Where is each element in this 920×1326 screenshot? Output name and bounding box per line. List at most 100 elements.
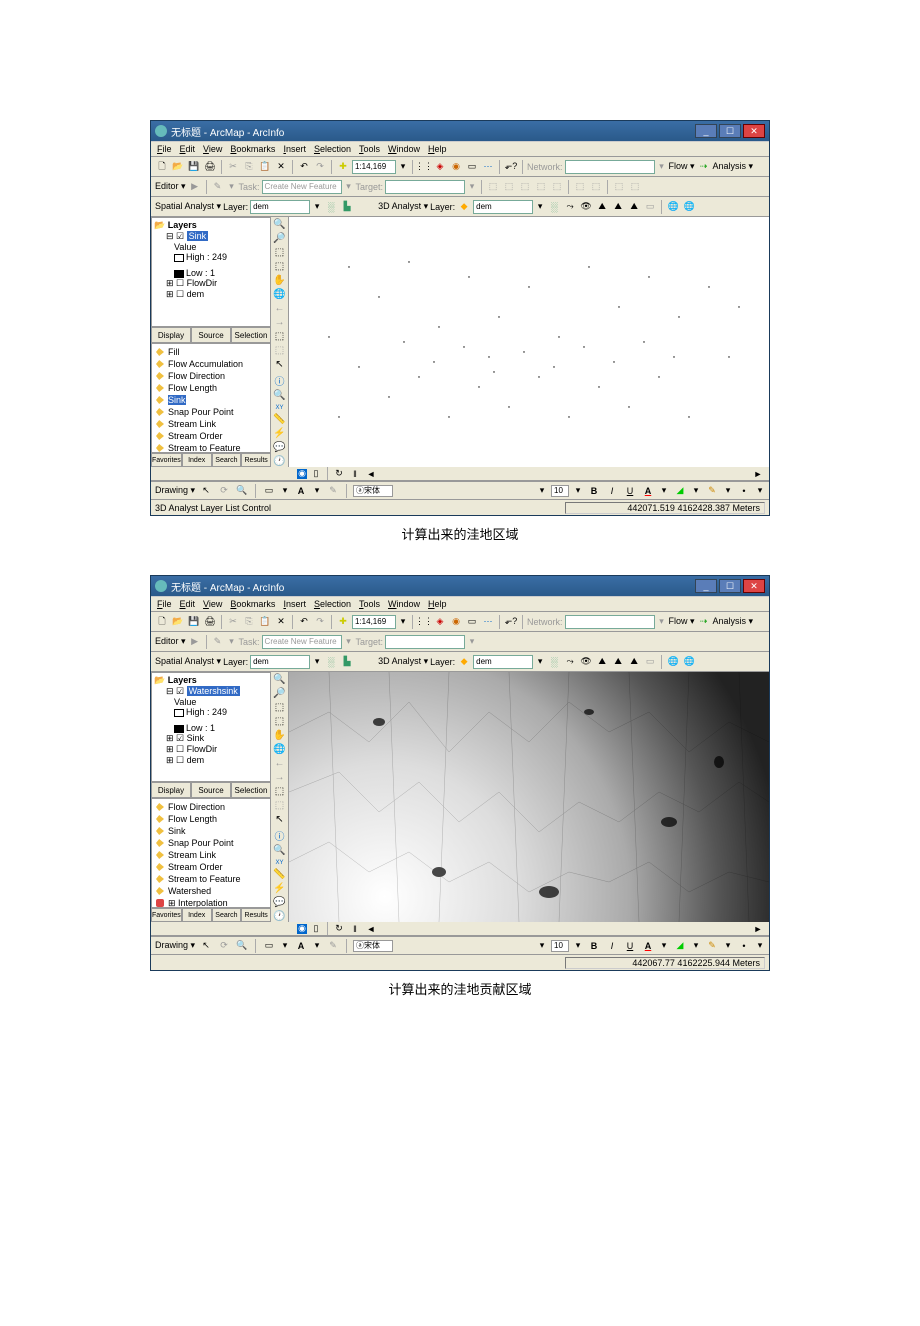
- select-features-icon[interactable]: ⬚: [273, 331, 287, 342]
- close-button[interactable]: ✕: [743, 579, 765, 593]
- marker-color-icon[interactable]: •: [737, 484, 751, 498]
- target-dd-icon[interactable]: ▾: [467, 180, 477, 194]
- tool-snap[interactable]: Snap Pour Point: [154, 406, 268, 418]
- rect-icon[interactable]: ▭: [262, 939, 276, 953]
- zoom-out-icon[interactable]: 🔎: [273, 688, 287, 699]
- sa-histogram-icon[interactable]: ▙: [340, 200, 354, 214]
- pan-icon[interactable]: ✋: [273, 275, 287, 286]
- time-slider-icon[interactable]: 🕐: [273, 911, 287, 922]
- task-select[interactable]: Create New Feature: [262, 180, 342, 194]
- clear-sel-icon[interactable]: ⬚: [273, 800, 287, 811]
- 3d-t1-icon[interactable]: ░: [547, 655, 561, 669]
- select-elem-icon[interactable]: ↖: [199, 939, 213, 953]
- select-elements-icon[interactable]: ↖: [273, 359, 287, 370]
- new-icon[interactable]: 🗋: [155, 160, 169, 174]
- sketch-dd-icon[interactable]: ▾: [227, 180, 237, 194]
- copy-icon[interactable]: ⎘: [242, 615, 256, 629]
- prev-extent-icon[interactable]: ←: [273, 758, 287, 769]
- toc-layer-active[interactable]: ⊟ ☑ Watershsink: [154, 686, 268, 697]
- tool-fill[interactable]: Fill: [154, 346, 268, 358]
- tool-flowaccum[interactable]: Flow Accumulation: [154, 358, 268, 370]
- editor-toolbar-icon[interactable]: ⋮⋮: [417, 160, 431, 174]
- 3d-t6-icon[interactable]: ⛰: [627, 655, 641, 669]
- map-view[interactable]: [289, 217, 769, 467]
- 3d-layer-select[interactable]: dem: [473, 200, 533, 214]
- 3d-t1-icon[interactable]: ░: [547, 200, 561, 214]
- arcglobe-icon[interactable]: 🌐: [682, 655, 696, 669]
- tool-snap[interactable]: Snap Pour Point: [154, 837, 268, 849]
- 3d-t2-icon[interactable]: ⤳: [563, 655, 577, 669]
- arccatalog-icon[interactable]: ◈: [433, 615, 447, 629]
- scroll-right-icon[interactable]: ►: [751, 922, 765, 936]
- find-icon[interactable]: 🔍: [273, 390, 287, 401]
- edit-tool-icon[interactable]: ▶: [188, 635, 202, 649]
- rect-icon[interactable]: ▭: [262, 484, 276, 498]
- edit-vertices-icon[interactable]: ✎: [326, 939, 340, 953]
- tb-tab-idx[interactable]: Index: [182, 453, 212, 467]
- toc-tab-source[interactable]: Source: [191, 327, 231, 343]
- menu-help[interactable]: Help: [428, 599, 447, 609]
- menu-edit[interactable]: Edit: [180, 144, 196, 154]
- add-data-icon[interactable]: ✚: [336, 615, 350, 629]
- editor-menu[interactable]: Editor ▾: [155, 181, 186, 192]
- delete-icon[interactable]: ✕: [274, 615, 288, 629]
- menu-insert[interactable]: Insert: [283, 599, 306, 609]
- task-select[interactable]: Create New Feature: [262, 635, 342, 649]
- toc-layer-2[interactable]: ⊞ ☐ FlowDir: [154, 744, 268, 755]
- 3d-t5-icon[interactable]: ⛰: [611, 655, 625, 669]
- drawing-menu[interactable]: Drawing ▾: [155, 940, 195, 951]
- font-color-icon[interactable]: A: [641, 484, 655, 498]
- menu-help[interactable]: Help: [428, 144, 447, 154]
- menu-selection[interactable]: Selection: [314, 144, 351, 154]
- font-size-dd-icon[interactable]: ▾: [573, 939, 583, 953]
- menu-insert[interactable]: Insert: [283, 144, 306, 154]
- font-size-select[interactable]: 10: [551, 485, 569, 497]
- hyperlink-icon[interactable]: ⚡: [273, 428, 287, 439]
- edit-tool-icon[interactable]: ▶: [188, 180, 202, 194]
- data-view-icon[interactable]: ◉: [297, 469, 307, 479]
- tool-f-icon[interactable]: ⬚: [573, 180, 587, 194]
- rotate-icon[interactable]: ⟳: [217, 939, 231, 953]
- tool-streamlink[interactable]: Stream Link: [154, 849, 268, 861]
- add-data-icon[interactable]: ✚: [336, 160, 350, 174]
- prev-extent-icon[interactable]: ←: [273, 303, 287, 314]
- fixed-zoom-in-icon[interactable]: ⬚: [273, 247, 287, 258]
- text-icon[interactable]: A: [294, 939, 308, 953]
- clear-sel-icon[interactable]: ⬚: [273, 345, 287, 356]
- arcscene-icon[interactable]: 🌐: [666, 200, 680, 214]
- tool-streamorder[interactable]: Stream Order: [154, 430, 268, 442]
- select-features-icon[interactable]: ⬚: [273, 786, 287, 797]
- select-elem-icon[interactable]: ↖: [199, 484, 213, 498]
- open-icon[interactable]: 📂: [171, 615, 185, 629]
- undo-icon[interactable]: ↶: [297, 615, 311, 629]
- tb-tab-results[interactable]: Results: [241, 453, 271, 467]
- fixed-zoom-in-icon[interactable]: ⬚: [273, 702, 287, 713]
- 3d-layer-dd-icon[interactable]: ▾: [535, 655, 545, 669]
- tool-sink[interactable]: Sink: [154, 394, 268, 406]
- toc-tab-display[interactable]: Display: [151, 782, 191, 798]
- toc-layer-1[interactable]: ⊞ ☑ Sink: [154, 733, 268, 744]
- 3d-analyst-menu[interactable]: 3D Analyst ▾: [378, 201, 428, 212]
- tb-tab-fav[interactable]: Favorites: [151, 453, 182, 467]
- html-popup-icon[interactable]: 💬: [273, 442, 287, 453]
- underline-icon[interactable]: U: [623, 484, 637, 498]
- new-icon[interactable]: 🗋: [155, 615, 169, 629]
- fixed-zoom-out-icon[interactable]: ⬚: [273, 716, 287, 727]
- flow-arrow-icon[interactable]: ⇢: [697, 615, 711, 629]
- zoom-elem-icon[interactable]: 🔍: [235, 484, 249, 498]
- identify-icon[interactable]: ⓘ: [273, 828, 287, 842]
- spatial-analyst-menu[interactable]: Spatial Analyst ▾: [155, 656, 221, 667]
- font-size-select[interactable]: 10: [551, 940, 569, 952]
- layout-view-icon[interactable]: ▯: [309, 467, 323, 481]
- 3d-t4-icon[interactable]: ⛰: [595, 655, 609, 669]
- refresh-icon[interactable]: ↻: [332, 922, 346, 936]
- toc-root[interactable]: 📂 Layers: [154, 675, 268, 686]
- tool-streamlink[interactable]: Stream Link: [154, 418, 268, 430]
- sa-contour-icon[interactable]: ░: [324, 655, 338, 669]
- toc-root[interactable]: 📂 Layers: [154, 220, 268, 231]
- print-icon[interactable]: 🖨: [203, 615, 217, 629]
- underline-icon[interactable]: U: [623, 939, 637, 953]
- open-icon[interactable]: 📂: [171, 160, 185, 174]
- whats-this-icon[interactable]: ⬐?: [504, 615, 518, 629]
- sketch-tool-icon[interactable]: ✎: [211, 635, 225, 649]
